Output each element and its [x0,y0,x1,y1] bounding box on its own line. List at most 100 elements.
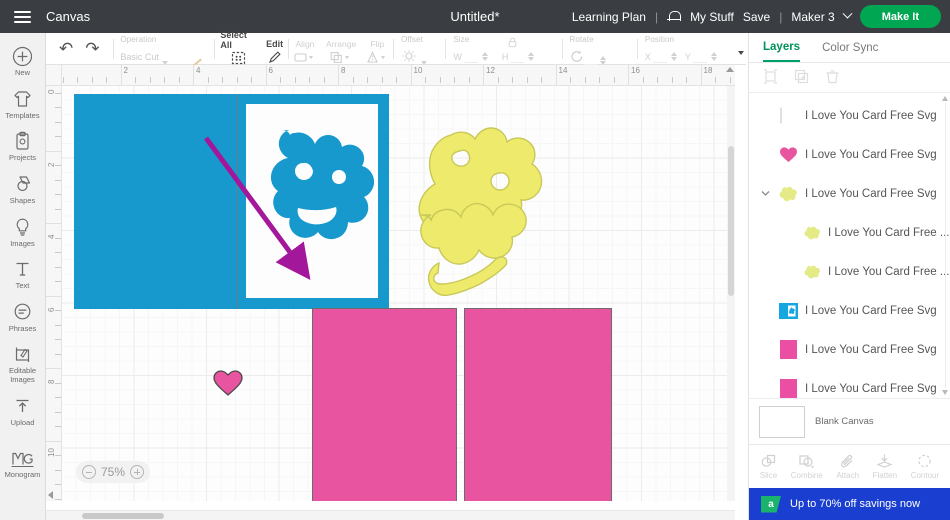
scrollbar-track [945,103,946,388]
scroll-up-icon[interactable] [942,96,948,101]
flip-button[interactable]: Flip [361,33,393,65]
my-stuff-link[interactable]: My Stuff [690,10,734,24]
rotate-value[interactable] [583,53,598,65]
machine-selector[interactable]: Maker 3 [791,10,834,24]
pink-card-shape-2[interactable] [464,308,612,501]
slice-button[interactable]: Slice [760,453,777,480]
size-height-stepper[interactable] [528,52,535,61]
layer-row[interactable]: I Love You Card Free ... [749,252,950,291]
sidebar-item-phrases[interactable]: Phrases [0,295,45,338]
rotate-stepper[interactable] [599,55,606,65]
flatten-button[interactable]: Flatten [873,453,897,480]
right-panel: Layers Color Sync I Love You Card Free S… [748,33,950,520]
chevron-down-icon[interactable] [759,190,771,197]
position-x-stepper[interactable] [670,52,677,61]
layers-list[interactable]: I Love You Card Free Svg I Love You Card … [749,93,950,398]
rotate-icon[interactable] [570,50,584,65]
sidebar-item-text[interactable]: Text [0,252,45,295]
blank-canvas-swatch[interactable] [759,405,805,438]
lock-icon[interactable] [508,37,517,51]
duplicate-icon[interactable] [794,69,809,87]
sidebar-item-new[interactable]: New [0,39,45,82]
canvas-horizontal-scrollbar[interactable] [46,510,735,520]
edit-button[interactable]: Edit [261,33,744,65]
arrange-button[interactable]: Arrange [321,33,361,65]
tab-layers[interactable]: Layers [763,33,801,62]
layer-row[interactable]: I Love You Card Free Svg [749,330,950,369]
i-love-you-lettering-art[interactable] [407,111,547,297]
operation-value[interactable]: Basic Cut [120,52,159,65]
sidebar-item-images[interactable]: Images [0,210,45,253]
ruler-minor-tick [55,469,61,471]
pink-card-shape-1[interactable] [312,308,457,501]
align-button[interactable]: Align [289,33,321,65]
save-button[interactable]: Save [743,10,770,24]
blank-canvas-label: Blank Canvas [815,416,874,427]
chevron-down-icon[interactable] [161,60,168,65]
contour-button[interactable]: Contour [911,453,939,480]
chevron-down-icon[interactable] [421,60,428,65]
learning-plan-link[interactable]: Learning Plan [572,10,646,24]
sidebar-item-shapes[interactable]: Shapes [0,167,45,210]
promo-banner[interactable]: a Up to 70% off savings now [749,488,950,520]
offset-group[interactable]: Offset [394,33,445,65]
ruler-minor-tick [642,77,644,83]
position-y-stepper[interactable] [710,52,717,61]
layer-row[interactable]: I Love You Card Free Svg [749,135,950,174]
hamburger-menu-icon[interactable] [0,0,44,33]
top-bar: Canvas Untitled* Learning Plan | My Stuf… [0,0,950,33]
layers-scrollbar[interactable] [942,93,949,398]
layer-row[interactable]: I Love You Card Free Svg [749,369,950,398]
delete-icon[interactable] [825,69,840,87]
canvas-vertical-scrollbar[interactable] [727,86,735,501]
sidebar-item-upload[interactable]: Upload [0,389,45,432]
attach-button[interactable]: Attach [836,453,859,480]
chevron-down-icon[interactable] [842,8,853,19]
make-it-button[interactable]: Make It [859,5,941,28]
zoom-in-button[interactable] [130,465,145,479]
scrollbar-thumb[interactable] [728,146,734,296]
slice-icon [761,454,776,467]
undo-button[interactable]: ↶ [53,40,79,57]
ruler-scroll-up-icon[interactable] [726,67,734,72]
layer-row[interactable]: I Love You Card Free ... [749,213,950,252]
position-x-value[interactable] [652,51,667,63]
position-y-value[interactable] [692,51,707,63]
sidebar-item-editable-images[interactable]: Editable Images [0,337,45,388]
rotate-group: Rotate [563,33,637,65]
combine-icon [799,455,815,469]
pink-heart-shape[interactable] [212,368,244,398]
size-height-value[interactable] [510,51,525,63]
layer-row[interactable]: I Love You Card Free Svg [749,174,950,213]
size-width-stepper[interactable] [481,52,488,61]
redo-button[interactable]: ↷ [79,40,105,57]
layer-row[interactable]: I Love You Card Free Svg [749,96,950,135]
blue-card-shape[interactable] [74,94,389,309]
tab-color-sync[interactable]: Color Sync [822,33,878,62]
sidebar-item-monogram[interactable]: Monogram [0,441,45,484]
size-width-value[interactable] [463,51,478,63]
layer-row[interactable]: I Love You Card Free Svg [749,291,950,330]
zoom-out-button[interactable] [82,465,96,479]
ruler-minor-tick [55,194,61,195]
position-x-field[interactable]: X [645,51,677,65]
combine-button[interactable]: Combine [791,453,823,480]
flatten-icon [876,454,894,468]
size-height-field[interactable]: H [502,51,535,65]
notification-bell-icon[interactable] [667,10,682,24]
design-canvas[interactable]: 75% [62,86,735,501]
sidebar-item-projects[interactable]: Projects [0,124,45,167]
layer-thumbnail [778,340,798,360]
scroll-down-icon[interactable] [942,390,948,395]
blank-canvas-row[interactable]: Blank Canvas [749,398,950,444]
ruler-minor-tick [55,484,61,485]
sidebar-item-templates[interactable]: Templates [0,82,45,125]
edit-toolbar: ↶ ↷ Operation Basic Cut Select All Edit [46,30,746,70]
scrollbar-thumb[interactable] [82,513,164,519]
ruler-scroll-left-icon[interactable] [48,491,53,499]
ruler-minor-tick [55,324,61,326]
position-y-field[interactable]: Y [685,51,717,65]
select-all-button[interactable]: Select All [215,30,261,65]
size-width-field[interactable]: W [453,51,488,65]
group-icon[interactable] [763,68,778,87]
